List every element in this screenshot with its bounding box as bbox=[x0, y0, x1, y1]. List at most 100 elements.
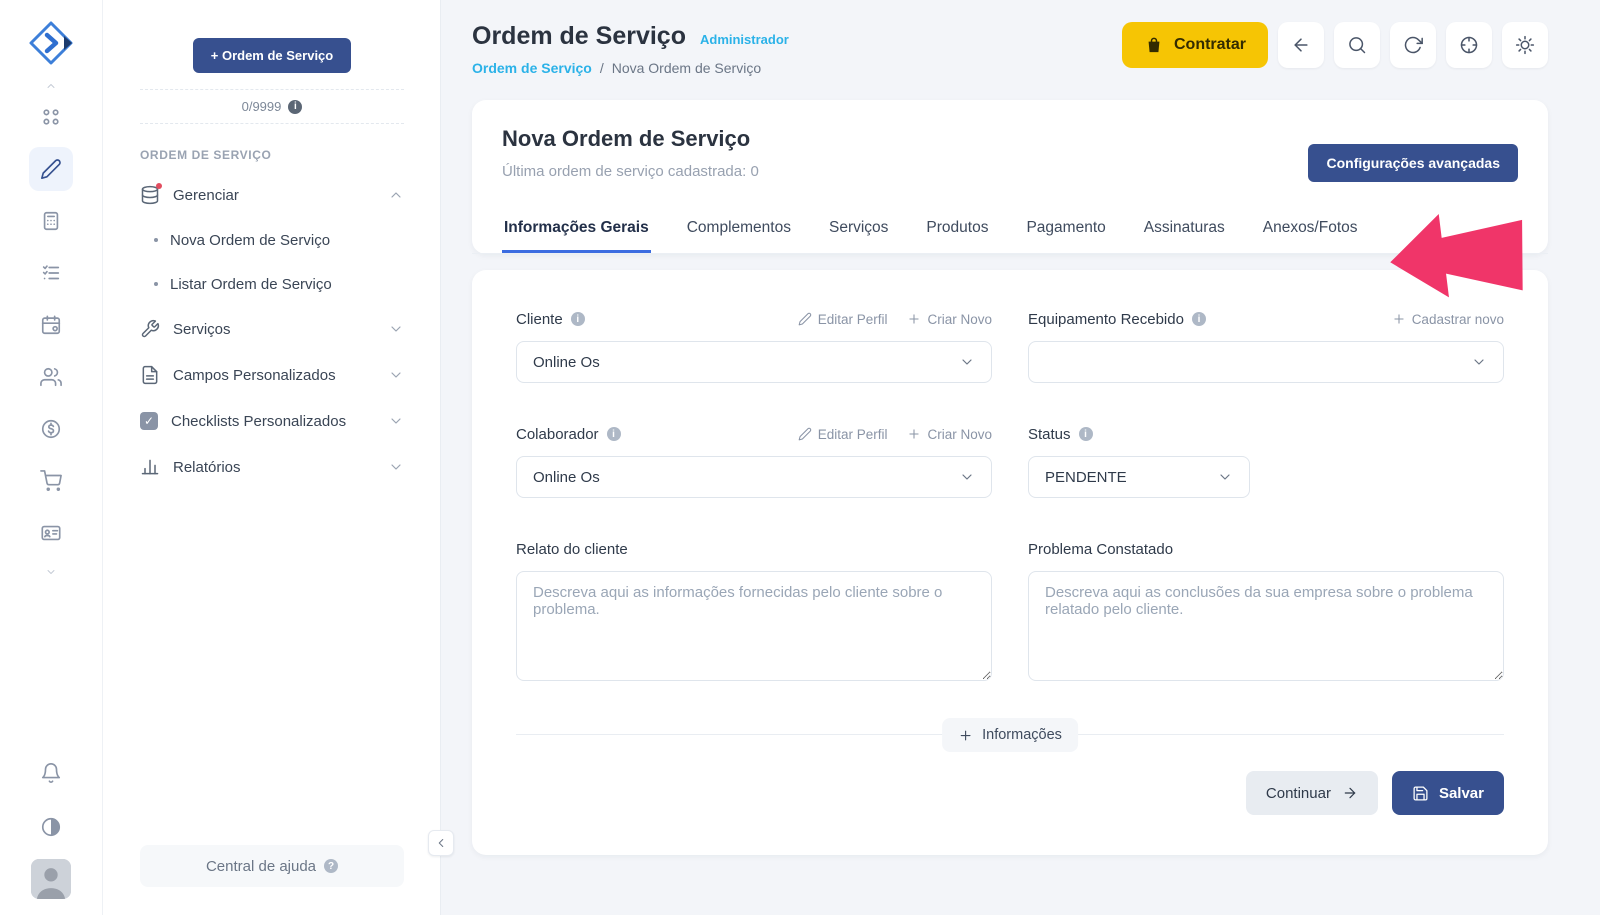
colaborador-select[interactable]: Online Os bbox=[516, 456, 992, 498]
criar-novo-cliente-link[interactable]: Criar Novo bbox=[907, 312, 992, 327]
breadcrumb-separator: / bbox=[600, 60, 604, 76]
rail-scroll-down[interactable] bbox=[45, 565, 57, 575]
sidebar-item-listar-ordem[interactable]: Listar Ordem de Serviço bbox=[140, 262, 404, 306]
contratar-button[interactable]: Contratar bbox=[1122, 22, 1268, 68]
contrast-icon bbox=[40, 816, 62, 838]
rail-item-sales[interactable] bbox=[29, 459, 73, 503]
colaborador-select-value: Online Os bbox=[533, 469, 600, 486]
bell-icon bbox=[40, 762, 62, 784]
rail-item-finance[interactable] bbox=[29, 407, 73, 451]
status-field: Status i PENDENTE bbox=[1028, 425, 1504, 498]
cliente-field: Cliente i Editar Perfil bbox=[516, 310, 992, 383]
rail-item-notifications[interactable] bbox=[29, 751, 73, 795]
sidebar-item-label: Serviços bbox=[173, 321, 231, 338]
search-icon bbox=[1347, 35, 1367, 55]
page-title: Ordem de Serviço bbox=[472, 22, 686, 51]
checklist-icon bbox=[40, 262, 62, 284]
search-button[interactable] bbox=[1334, 22, 1380, 68]
sidebar-item-campos-personalizados[interactable]: Campos Personalizados bbox=[140, 352, 404, 398]
new-service-order-button[interactable]: + Ordem de Serviço bbox=[193, 38, 351, 73]
info-icon[interactable]: i bbox=[607, 427, 621, 441]
logo-diamond-icon bbox=[28, 20, 74, 66]
breadcrumb-current: Nova Ordem de Serviço bbox=[612, 60, 761, 76]
salvar-button[interactable]: Salvar bbox=[1392, 771, 1504, 815]
quota-value: 0/9999 bbox=[242, 99, 282, 114]
tab-produtos[interactable]: Produtos bbox=[924, 204, 990, 253]
criar-novo-label: Criar Novo bbox=[927, 427, 992, 442]
add-informacoes-button[interactable]: Informações bbox=[942, 718, 1078, 752]
sidebar-item-gerenciar[interactable]: Gerenciar bbox=[140, 172, 404, 218]
title-block: Ordem de Serviço Administrador Ordem de … bbox=[472, 22, 789, 76]
cliente-label: Cliente bbox=[516, 311, 563, 328]
relato-label: Relato do cliente bbox=[516, 541, 628, 558]
sidebar-item-relatorios[interactable]: Relatórios bbox=[140, 444, 404, 490]
editar-perfil-cliente-link[interactable]: Editar Perfil bbox=[798, 312, 888, 327]
sidebar-section-label: ORDEM DE SERVIÇO bbox=[140, 148, 404, 162]
rail-item-tasks[interactable] bbox=[29, 251, 73, 295]
shopping-bag-icon bbox=[1144, 35, 1164, 55]
equipamento-select[interactable] bbox=[1028, 341, 1504, 383]
sidebar-item-label: Relatórios bbox=[173, 459, 241, 476]
rail-item-modules[interactable] bbox=[29, 95, 73, 139]
tab-pagamento[interactable]: Pagamento bbox=[1024, 204, 1107, 253]
app-logo[interactable] bbox=[28, 20, 74, 71]
plus-icon bbox=[907, 312, 921, 326]
colaborador-label-wrap: Colaborador i bbox=[516, 426, 621, 443]
sidebar-collapse-button[interactable] bbox=[428, 830, 454, 856]
target-button[interactable] bbox=[1446, 22, 1492, 68]
sidebar-item-checklists[interactable]: ✓ Checklists Personalizados bbox=[140, 398, 404, 444]
sidebar-item-label: Campos Personalizados bbox=[173, 367, 336, 384]
info-icon[interactable]: i bbox=[1079, 427, 1093, 441]
info-icon[interactable]: i bbox=[571, 312, 585, 326]
problema-textarea[interactable] bbox=[1028, 571, 1504, 681]
chevron-down-icon bbox=[959, 354, 975, 370]
rail-item-service-orders[interactable] bbox=[29, 147, 73, 191]
cadastrar-novo-equipamento-link[interactable]: Cadastrar novo bbox=[1392, 312, 1504, 327]
problema-label: Problema Constatado bbox=[1028, 541, 1173, 558]
rail-item-contacts[interactable] bbox=[29, 511, 73, 555]
chevron-down-icon bbox=[388, 413, 404, 429]
calculator-icon bbox=[40, 210, 62, 232]
crosshair-icon bbox=[1459, 35, 1479, 55]
id-card-icon bbox=[40, 522, 62, 544]
equipamento-field: Equipamento Recebido i Cadastrar novo bbox=[1028, 310, 1504, 383]
help-center-button[interactable]: Central de ajuda ? bbox=[140, 845, 404, 887]
chevron-down-icon bbox=[388, 367, 404, 383]
header-toolbar: Contratar bbox=[1122, 22, 1548, 68]
user-avatar[interactable] bbox=[31, 859, 71, 899]
relato-textarea[interactable] bbox=[516, 571, 992, 681]
gerenciar-submenu: Nova Ordem de Serviço Listar Ordem de Se… bbox=[140, 218, 404, 306]
help-info-icon: ? bbox=[324, 859, 338, 873]
chevron-down-icon bbox=[1217, 469, 1233, 485]
sidebar-item-servicos[interactable]: Serviços bbox=[140, 306, 404, 352]
rail-item-theme[interactable] bbox=[29, 805, 73, 849]
continuar-label: Continuar bbox=[1266, 785, 1331, 802]
info-icon[interactable]: i bbox=[1192, 312, 1206, 326]
brightness-button[interactable] bbox=[1502, 22, 1548, 68]
rail-item-budget[interactable] bbox=[29, 199, 73, 243]
problema-field: Problema Constatado bbox=[1028, 540, 1504, 686]
info-icon[interactable]: i bbox=[288, 100, 302, 114]
tab-informacoes-gerais[interactable]: Informações Gerais bbox=[502, 204, 651, 253]
salvar-label: Salvar bbox=[1439, 785, 1484, 802]
advanced-settings-button[interactable]: Configurações avançadas bbox=[1308, 144, 1518, 182]
continuar-button[interactable]: Continuar bbox=[1246, 771, 1378, 815]
back-button[interactable] bbox=[1278, 22, 1324, 68]
sidebar-item-nova-ordem[interactable]: Nova Ordem de Serviço bbox=[140, 218, 404, 262]
relato-field: Relato do cliente bbox=[516, 540, 992, 686]
cliente-select[interactable]: Online Os bbox=[516, 341, 992, 383]
chevron-down-icon bbox=[1471, 354, 1487, 370]
tab-anexos-fotos[interactable]: Anexos/Fotos bbox=[1261, 204, 1360, 253]
tab-servicos[interactable]: Serviços bbox=[827, 204, 890, 253]
refresh-button[interactable] bbox=[1390, 22, 1436, 68]
tab-complementos[interactable]: Complementos bbox=[685, 204, 793, 253]
rail-item-customers[interactable] bbox=[29, 355, 73, 399]
status-select[interactable]: PENDENTE bbox=[1028, 456, 1250, 498]
breadcrumb-link[interactable]: Ordem de Serviço bbox=[472, 60, 592, 76]
tab-assinaturas[interactable]: Assinaturas bbox=[1142, 204, 1227, 253]
criar-novo-colaborador-link[interactable]: Criar Novo bbox=[907, 427, 992, 442]
chevron-down-icon bbox=[959, 469, 975, 485]
editar-perfil-colaborador-link[interactable]: Editar Perfil bbox=[798, 427, 888, 442]
rail-item-schedule[interactable] bbox=[29, 303, 73, 347]
rail-scroll-up[interactable] bbox=[45, 79, 57, 89]
